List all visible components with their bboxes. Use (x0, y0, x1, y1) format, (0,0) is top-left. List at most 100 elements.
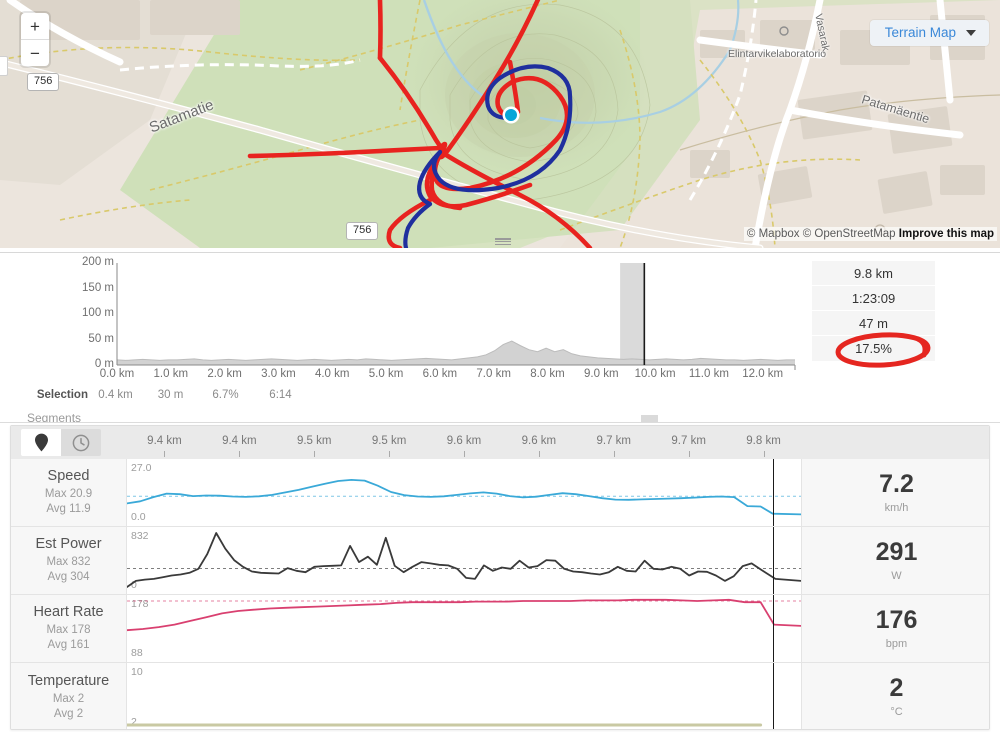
metric-cursor-line[interactable] (772, 663, 775, 729)
map-panel[interactable]: Satamatie Elintarvikelaboratorio Vasarak. P… (0, 0, 1000, 248)
map-style-selector[interactable]: Terrain Map (869, 20, 989, 46)
detail-tick-mark (613, 451, 615, 457)
metric-avg: Avg 161 (47, 639, 90, 651)
est-power-line (127, 532, 801, 588)
resize-grip-line (495, 243, 511, 245)
zoom-out-button[interactable]: − (21, 40, 49, 66)
elevation-x-tick: 11.0 km (688, 368, 729, 380)
metric-unit: km/h (884, 501, 909, 514)
map-edge-handle[interactable] (0, 56, 8, 76)
metric-plot-est-power[interactable]: 832 0 (127, 527, 801, 594)
metric-row-temperature[interactable]: Temperature Max 2 Avg 2 10 2 2 °C (11, 663, 989, 729)
elevation-x-tick: 5.0 km (368, 368, 404, 380)
elevation-y-tick: 100 m (82, 307, 114, 319)
metric-max: Max 2 (52, 692, 85, 705)
chevron-down-icon (966, 29, 976, 36)
elevation-selection-band[interactable] (620, 263, 645, 365)
metric-cursor-line[interactable] (772, 527, 775, 594)
detail-tick-mark (389, 451, 391, 457)
map-canvas[interactable] (0, 0, 1000, 248)
metric-max: Max 20.9 (44, 488, 93, 500)
detail-tick-mark (763, 451, 765, 457)
metric-value: 7.2 (879, 469, 914, 498)
metric-current-heart-rate: 176 bpm (801, 595, 989, 662)
resize-grip-line (495, 240, 511, 243)
resize-grip-line (495, 238, 511, 240)
speed-line (127, 479, 801, 516)
metric-row-heart-rate[interactable]: Heart Rate Max 178 Avg 161 178 88 176 bpm (11, 595, 989, 663)
metric-label-speed[interactable]: Speed Max 20.9 Avg 11.9 (11, 459, 127, 526)
elevation-profile-svg[interactable] (0, 253, 800, 383)
metric-avg: Avg 2 (53, 707, 84, 720)
elevation-y-tick: 150 m (82, 281, 114, 294)
detail-charts-section[interactable]: 9.4 km 9.4 km 9.5 km 9.5 km 9.6 km 9.6 km 9.7 … (0, 422, 1000, 732)
elevation-line (116, 340, 795, 361)
summary-stats-panel: 9.8 km 1:23:09 47 m 17.5% (812, 261, 935, 361)
osm-attribution[interactable]: © OpenStreetMap (803, 228, 896, 240)
mapbox-attribution[interactable]: © Mapbox (747, 228, 800, 240)
detail-distance-tick: 9.5 km (371, 435, 407, 447)
map-resize-handle[interactable] (493, 237, 513, 246)
detail-distance-tick: 9.7 km (671, 435, 706, 447)
time-mode-tab[interactable] (61, 429, 101, 456)
detail-tick-mark (164, 451, 166, 457)
detail-tick-mark (239, 451, 241, 457)
selection-grade: 6.7% (212, 389, 239, 401)
detail-axis-bar[interactable]: 9.4 km 9.4 km 9.5 km 9.5 km 9.6 km 9.6 km 9.7 … (11, 426, 989, 459)
detail-tick-mark (538, 451, 540, 457)
selection-ascent: 30 m (157, 389, 184, 401)
elevation-x-tick: 4.0 km (314, 368, 350, 380)
metric-title: Heart Rate (33, 604, 104, 620)
stat-distance: 9.8 km (812, 261, 935, 286)
map-zoom-control[interactable]: + − (21, 13, 49, 66)
elevation-x-tick: 0.0 km (99, 368, 135, 380)
metric-plot-temperature[interactable]: 10 2 (127, 663, 801, 729)
detail-tick-mark (688, 451, 690, 457)
elevation-x-tick: 3.0 km (261, 368, 296, 380)
elevation-x-tick: 2.0 km (207, 368, 242, 380)
stat-elevation-gain: 47 m (812, 311, 935, 336)
selection-distance: 0.4 km (98, 389, 133, 401)
elevation-y-tick: 200 m (82, 256, 114, 268)
detail-tick-mark (464, 451, 465, 457)
metric-label-heart-rate[interactable]: Heart Rate Max 178 Avg 161 (11, 595, 127, 662)
metric-max: Max 178 (46, 624, 91, 636)
detail-distance-tick: 9.5 km (296, 435, 332, 447)
improve-map-link[interactable]: Improve this map (899, 228, 994, 240)
metric-label-est-power[interactable]: Est Power Max 832 Avg 304 (11, 527, 127, 594)
metric-title: Est Power (35, 536, 102, 552)
elevation-x-tick: 1.0 km (153, 368, 189, 380)
distance-mode-tab[interactable] (21, 429, 61, 456)
elevation-x-tick: 10.0 km (634, 368, 676, 380)
metric-avg: Avg 11.9 (46, 503, 91, 515)
metric-row-est-power[interactable]: Est Power Max 832 Avg 304 832 0 291 W (11, 527, 989, 595)
metric-plot-speed[interactable]: 27.0 0.0 (127, 459, 801, 526)
detail-mode-toggle[interactable] (21, 429, 101, 456)
detail-charts-card[interactable]: 9.4 km 9.4 km 9.5 km 9.5 km 9.6 km 9.6 km 9.7 … (10, 425, 990, 730)
metric-plot-heart-rate[interactable]: 178 88 (127, 595, 801, 662)
elevation-x-tick: 7.0 km (476, 368, 511, 380)
road-shield-756-bottom: 756 (346, 222, 379, 240)
metric-unit: W (891, 569, 902, 582)
metric-title: Speed (47, 468, 90, 484)
metric-current-est-power: 291 W (801, 527, 989, 594)
metric-label-temperature[interactable]: Temperature Max 2 Avg 2 (11, 663, 127, 729)
zoom-in-button[interactable]: + (21, 13, 49, 40)
detail-distance-tick: 9.8 km (746, 435, 781, 447)
road-shield-756-left: 756 (27, 73, 60, 91)
metric-value: 176 (875, 605, 918, 634)
selection-summary: Selection 0.4 km 30 m 6.7% 6:14 (0, 389, 308, 401)
metric-value: 2 (889, 674, 904, 702)
selection-time: 6:14 (269, 389, 292, 401)
metric-row-speed[interactable]: Speed Max 20.9 Avg 11.9 27.0 0.0 7.2 km/h (11, 459, 989, 527)
metric-chart-heart-rate (127, 598, 801, 632)
elevation-area (117, 341, 795, 365)
metric-cursor-line[interactable] (772, 595, 775, 662)
elevation-x-tick: 8.0 km (530, 368, 565, 380)
detail-distance-tick: 9.6 km (446, 435, 482, 447)
metric-title: Temperature (27, 672, 110, 689)
metric-cursor-line[interactable] (772, 459, 775, 526)
metric-chart-speed (127, 479, 801, 516)
elevation-chart[interactable]: 200 m 150 m 100 m 50 m0 m 0.0 km 1.0 km 2.0 k… (0, 253, 800, 383)
metric-chart-est-power (127, 532, 801, 588)
